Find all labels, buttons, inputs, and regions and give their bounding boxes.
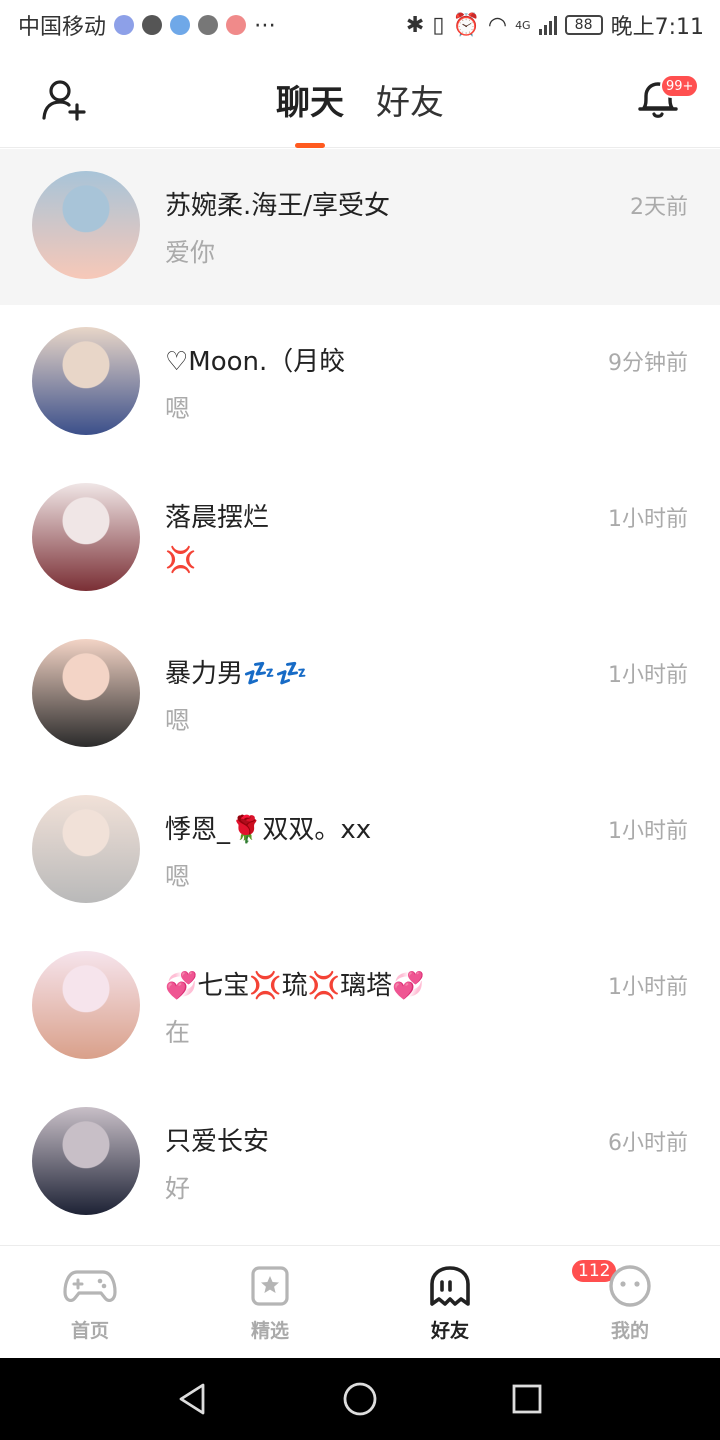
wifi-icon: ◠ xyxy=(487,12,508,38)
chat-last-message: 💢 xyxy=(165,545,197,574)
avatar xyxy=(32,951,140,1059)
nav-featured-label: 精选 xyxy=(250,1320,289,1342)
chat-name: ♡Moon.（月皎 xyxy=(165,347,346,377)
network-type: 4G xyxy=(515,18,531,32)
chat-time: 1小时前 xyxy=(608,507,688,532)
chat-row[interactable]: ♡Moon.（月皎 嗯 9分钟前 xyxy=(0,305,720,461)
chat-name: 暴力男💤💤 xyxy=(165,659,308,689)
header-tabs: 聊天 好友 xyxy=(0,50,720,148)
chat-row[interactable]: 落晨摆烂 💢 1小时前 xyxy=(0,461,720,617)
nav-home[interactable]: 首页 xyxy=(0,1246,180,1358)
missed-call-icon xyxy=(198,15,219,35)
chat-row[interactable]: 只爱长安 好 6小时前 xyxy=(0,1085,720,1241)
system-nav-bar xyxy=(0,1358,720,1440)
recents-icon xyxy=(512,1384,542,1414)
tab-chat[interactable]: 聊天 xyxy=(276,50,344,148)
chat-last-message: 嗯 xyxy=(165,862,191,891)
more-notifications-icon: ⋯ xyxy=(254,12,277,38)
battery-level: 88 xyxy=(574,17,593,33)
avatar xyxy=(32,1107,140,1215)
browser-icon xyxy=(170,15,191,35)
chat-last-message: 好 xyxy=(165,1174,191,1203)
music-icon xyxy=(114,15,135,35)
battery-icon: 88 xyxy=(564,15,603,35)
status-right: ✱ ▯ ⏰ ◠ 4G 88 晚上7:11 xyxy=(406,9,704,41)
chat-time: 1小时前 xyxy=(608,663,688,688)
home-button[interactable] xyxy=(336,1375,384,1423)
vibrate-icon: ▯ xyxy=(432,12,445,38)
alarm-icon: ⏰ xyxy=(452,12,480,38)
add-friend-button[interactable] xyxy=(40,78,88,122)
chat-last-message: 嗯 xyxy=(165,394,191,423)
avatar xyxy=(32,795,140,903)
chat-time: 2天前 xyxy=(630,195,688,220)
avatar xyxy=(32,483,140,591)
avatar xyxy=(32,327,140,435)
chat-name: 悸恩_🌹双双。xx xyxy=(165,815,372,845)
carrier-label: 中国移动 xyxy=(18,15,107,40)
face-icon xyxy=(602,1264,658,1308)
app-notification-icon xyxy=(226,15,247,35)
nav-me-label: 我的 xyxy=(610,1320,649,1342)
chat-row[interactable]: 暴力男💤💤 嗯 1小时前 xyxy=(0,617,720,773)
recents-button[interactable] xyxy=(503,1375,551,1423)
tab-friends[interactable]: 好友 xyxy=(376,50,444,148)
nav-featured[interactable]: 精选 xyxy=(180,1246,360,1358)
chat-row[interactable]: 悸恩_🌹双双。xx 嗯 1小时前 xyxy=(0,773,720,929)
chat-time: 1小时前 xyxy=(608,819,688,844)
chat-name: 苏婉柔.海王/享受女 xyxy=(165,191,391,221)
chat-row[interactable]: 💞七宝💢琉💢璃塔💞 在 1小时前 xyxy=(0,929,720,1085)
message-icon xyxy=(142,15,163,35)
chat-name: 只爱长安 xyxy=(165,1127,270,1157)
chat-last-message: 嗯 xyxy=(165,706,191,735)
nav-friends-label: 好友 xyxy=(428,1316,472,1347)
bottom-nav: 首页 精选 好友 112 我的 xyxy=(0,1245,720,1358)
chat-list: 苏婉柔.海王/享受女 爱你 2天前 ♡Moon.（月皎 嗯 9分钟前 落晨摆烂 … xyxy=(0,149,720,1245)
back-button[interactable] xyxy=(169,1375,217,1423)
chat-time: 1小时前 xyxy=(608,975,688,1000)
signal-icon xyxy=(538,15,557,35)
status-left: 中国移动 ⋯ xyxy=(18,9,276,41)
chat-name: 💞七宝💢琉💢璃塔💞 xyxy=(165,971,425,1001)
bluetooth-icon: ✱ xyxy=(405,12,425,38)
chat-time: 9分钟前 xyxy=(608,351,688,376)
status-bar: 中国移动 ⋯ ✱ ▯ ⏰ ◠ 4G 88 晚上7:11 xyxy=(0,0,720,50)
add-user-icon xyxy=(42,80,86,121)
notification-badge: 99+ xyxy=(660,74,700,98)
avatar xyxy=(32,639,140,747)
home-icon xyxy=(343,1382,377,1416)
status-time: 晚上7:11 xyxy=(610,15,704,40)
star-bookmark-icon xyxy=(242,1264,298,1308)
back-icon xyxy=(179,1383,205,1415)
gamepad-icon xyxy=(62,1264,118,1308)
chat-last-message: 在 xyxy=(165,1018,191,1047)
chat-row[interactable]: 苏婉柔.海王/享受女 爱你 2天前 xyxy=(0,149,720,305)
chat-name: 落晨摆烂 xyxy=(165,503,270,533)
nav-home-label: 首页 xyxy=(70,1320,109,1342)
chat-time: 6小时前 xyxy=(608,1131,688,1156)
ghost-icon xyxy=(422,1264,478,1308)
nav-me[interactable]: 我的 xyxy=(540,1246,720,1358)
header: 聊天 好友 99+ xyxy=(0,50,720,148)
nav-friends[interactable]: 好友 112 xyxy=(360,1246,619,1358)
avatar xyxy=(32,171,140,279)
chat-last-message: 爱你 xyxy=(165,238,216,267)
